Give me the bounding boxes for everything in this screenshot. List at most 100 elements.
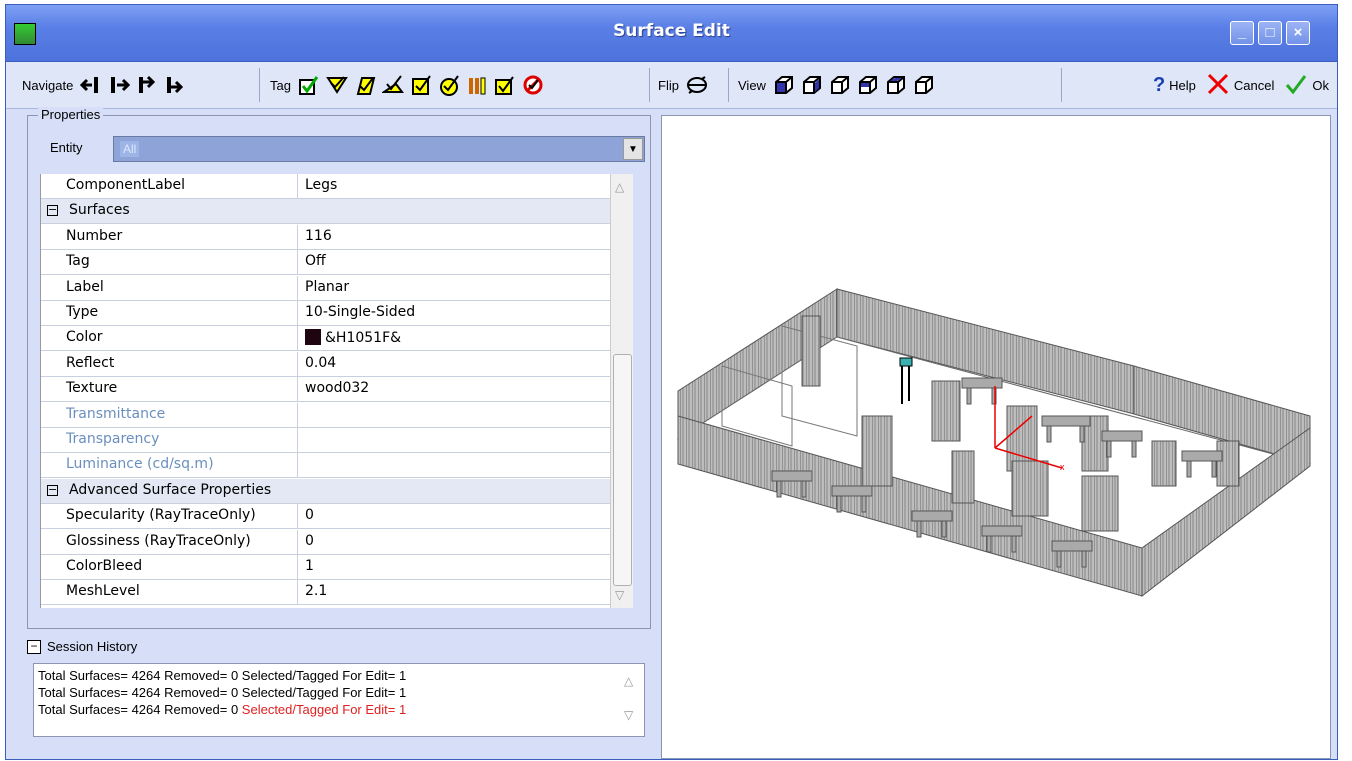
property-row[interactable]: ColorBleed 1: [41, 555, 611, 580]
column-divider: [297, 224, 298, 249]
property-value[interactable]: 10-Single-Sided: [305, 304, 415, 320]
scroll-up-icon[interactable]: △: [615, 180, 624, 194]
property-row[interactable]: MeshLevel 2.1: [41, 580, 611, 606]
property-grid-scrollbar[interactable]: △ ▽: [610, 174, 633, 608]
property-name: Specularity (RayTraceOnly): [66, 507, 256, 524]
property-value[interactable]: Planar: [305, 279, 349, 295]
property-row[interactable]: Texture wood032: [41, 377, 611, 403]
history-line-text: Total Surfaces= 4264 Removed= 0 Selected…: [38, 685, 407, 700]
tag-check-8-icon[interactable]: [493, 73, 517, 97]
column-divider: [297, 428, 298, 452]
property-category-row[interactable]: − Advanced Surface Properties: [41, 478, 611, 504]
view-iso-3-icon[interactable]: [828, 73, 852, 97]
toolbar-separator: [649, 68, 650, 102]
help-label: Help: [1169, 77, 1196, 93]
scroll-thumb[interactable]: [613, 354, 632, 586]
nav-last-icon[interactable]: [107, 73, 131, 97]
history-line: Total Surfaces= 4264 Removed= 0 Selected…: [38, 668, 406, 683]
tag-clear-icon[interactable]: [521, 73, 545, 97]
tag-check-1-icon[interactable]: [297, 73, 321, 97]
scroll-down-icon[interactable]: ▽: [615, 588, 624, 602]
ok-button[interactable]: Ok: [1284, 72, 1329, 99]
property-row[interactable]: ComponentLabel Legs: [41, 174, 611, 199]
color-swatch: [305, 329, 321, 346]
property-value[interactable]: 0: [305, 507, 314, 523]
scroll-up-icon[interactable]: △: [624, 674, 633, 688]
tag-check-2-icon[interactable]: [325, 73, 349, 97]
cancel-label: Cancel: [1233, 77, 1275, 93]
scroll-down-icon[interactable]: ▽: [624, 708, 633, 722]
nav-first-icon[interactable]: [79, 73, 103, 97]
property-row[interactable]: Transparency: [41, 428, 611, 453]
property-row[interactable]: Luminance (cd/sq.m): [41, 453, 611, 479]
property-row[interactable]: Reflect 0.04: [41, 351, 611, 377]
property-row[interactable]: Transmittance: [41, 402, 611, 428]
property-category-row[interactable]: − Surfaces: [41, 199, 611, 225]
column-divider: [297, 377, 298, 402]
property-value[interactable]: 116: [305, 228, 332, 244]
column-divider: [297, 326, 298, 351]
maximize-button[interactable]: □: [1258, 21, 1282, 45]
property-name: MeshLevel: [66, 583, 140, 600]
tag-check-6-icon[interactable]: [437, 73, 461, 97]
collapse-icon[interactable]: −: [27, 639, 41, 654]
toolbar-separator: [259, 68, 260, 102]
property-value[interactable]: 2.1: [305, 583, 327, 599]
property-value[interactable]: 0: [305, 533, 314, 549]
collapse-icon[interactable]: −: [47, 204, 58, 217]
tag-group: Tag: [270, 62, 549, 108]
title-bar[interactable]: Surface Edit _ □ ×: [6, 5, 1337, 62]
tag-check-5-icon[interactable]: [409, 73, 433, 97]
nav-prev-icon[interactable]: [135, 73, 159, 97]
dropdown-arrow-icon[interactable]: ▼: [623, 138, 643, 160]
column-divider: [297, 529, 298, 554]
minimize-button[interactable]: _: [1230, 21, 1254, 45]
property-name: Glossiness (RayTraceOnly): [66, 532, 251, 549]
flip-label: Flip: [658, 77, 679, 93]
property-row[interactable]: Label Planar: [41, 275, 611, 301]
view-iso-6-icon[interactable]: [912, 73, 936, 97]
nav-next-icon[interactable]: [163, 73, 187, 97]
history-line-text: Total Surfaces= 4264 Removed= 0 Selected…: [38, 668, 407, 683]
collapse-icon[interactable]: −: [47, 484, 58, 496]
property-value[interactable]: &H1051F&: [305, 329, 401, 346]
question-mark-icon: ?: [1152, 73, 1166, 96]
property-row[interactable]: Color &H1051F&: [41, 326, 611, 352]
flip-icon[interactable]: [685, 73, 709, 97]
green-check-icon: [1284, 72, 1308, 99]
close-button[interactable]: ×: [1286, 21, 1310, 45]
column-divider: [297, 504, 298, 529]
view-iso-1-icon[interactable]: [772, 73, 796, 97]
property-value[interactable]: 0.04: [305, 355, 336, 371]
property-row[interactable]: Number 116: [41, 224, 611, 250]
property-value[interactable]: Legs: [305, 177, 337, 193]
view-group: View: [738, 62, 940, 108]
property-grid: ComponentLabel Legs − Surfaces Number 116 Tag O…: [40, 174, 611, 608]
property-row[interactable]: Specularity (RayTraceOnly) 0: [41, 504, 611, 530]
property-row[interactable]: Glossiness (RayTraceOnly) 0: [41, 529, 611, 555]
property-name: Luminance (cd/sq.m): [66, 456, 214, 473]
ok-label: Ok: [1312, 77, 1329, 93]
help-button[interactable]: ? Help: [1153, 74, 1196, 97]
property-value[interactable]: Off: [305, 253, 326, 269]
properties-group: Properties Entity All ▼ ComponentLabel Le…: [27, 107, 651, 629]
view-iso-4-icon[interactable]: [856, 73, 880, 97]
property-row[interactable]: Tag Off: [41, 250, 611, 276]
property-row[interactable]: Type 10-Single-Sided: [41, 301, 611, 326]
property-name: Tag: [66, 253, 90, 270]
navigate-label: Navigate: [22, 77, 74, 93]
tag-check-3-icon[interactable]: [353, 73, 377, 97]
property-value-text: Off: [305, 253, 326, 270]
view-iso-2-icon[interactable]: [800, 73, 824, 97]
property-value[interactable]: 1: [305, 558, 314, 574]
entity-select[interactable]: All ▼: [113, 136, 645, 162]
property-value[interactable]: wood032: [305, 380, 369, 396]
view-iso-5-icon[interactable]: [884, 73, 908, 97]
history-line-text: Total Surfaces= 4264 Removed= 0: [38, 702, 242, 717]
property-value-text: 2.1: [305, 583, 328, 600]
session-scrollbar[interactable]: △ ▽: [620, 664, 644, 736]
3d-viewport[interactable]: x: [661, 115, 1331, 759]
cancel-button[interactable]: Cancel: [1206, 72, 1274, 99]
tag-check-7-icon[interactable]: [465, 73, 489, 97]
tag-check-4-icon[interactable]: [381, 73, 405, 97]
